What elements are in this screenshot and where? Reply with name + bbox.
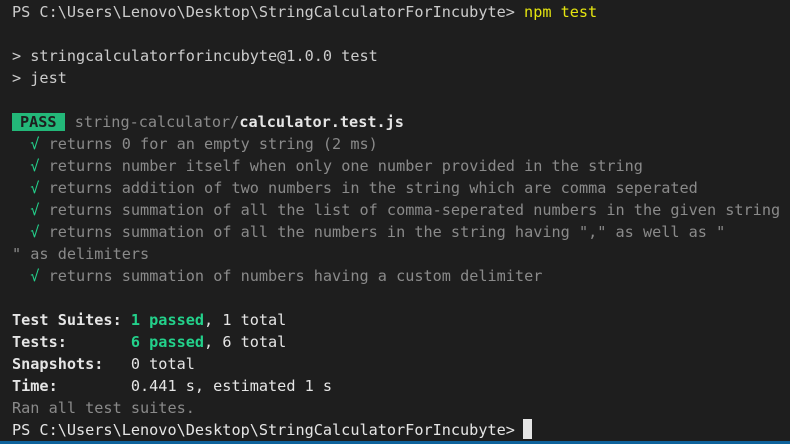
command-text: npm test [524, 3, 598, 21]
prompt-line: PS C:\Users\Lenovo\Desktop\StringCalcula… [12, 1, 790, 23]
check-icon: √ [30, 179, 40, 197]
summary-total: , 6 total [204, 333, 287, 351]
summary-value: 0.441 s, estimated 1 s [130, 377, 333, 395]
summary-value: 0 total [130, 355, 195, 373]
check-icon: √ [30, 201, 40, 219]
summary-tests: Tests: 6 passed, 6 total [12, 331, 790, 353]
test-case: √ returns summation of all the list of c… [12, 199, 790, 221]
check-icon: √ [30, 157, 40, 175]
script-line: > jest [12, 69, 67, 87]
test-result-header: PASS string-calculator/calculator.test.j… [12, 111, 790, 133]
summary-passed: 1 passed [130, 311, 205, 329]
test-case-text: returns summation of numbers having a cu… [48, 267, 543, 285]
summary-label: Snapshots: [12, 355, 131, 373]
summary-label: Test Suites: [12, 311, 131, 329]
prompt-path: PS C:\Users\Lenovo\Desktop\StringCalcula… [12, 3, 525, 21]
summary-suites: Test Suites: 1 passed, 1 total [12, 309, 790, 331]
test-case-text: " as delimiters [12, 245, 150, 263]
test-case-text: returns 0 for an empty string (2 ms) [48, 135, 378, 153]
test-file: calculator.test.js [239, 113, 404, 131]
summary-total: , 1 total [204, 311, 287, 329]
summary-time: Time: 0.441 s, estimated 1 s [12, 375, 790, 397]
terminal-output[interactable]: PS C:\Users\Lenovo\Desktop\StringCalcula… [12, 1, 790, 441]
test-case: √ returns summation of all the numbers i… [12, 221, 790, 243]
prompt-path: PS C:\Users\Lenovo\Desktop\StringCalcula… [12, 421, 515, 439]
test-case-text: returns addition of two numbers in the s… [48, 179, 698, 197]
script-line: > stringcalculatorforincubyte@1.0.0 test [12, 47, 378, 65]
summary-passed: 6 passed [130, 333, 205, 351]
prompt-line: PS C:\Users\Lenovo\Desktop\StringCalcula… [12, 419, 790, 441]
test-dir: string-calculator/ [74, 113, 240, 131]
test-case-text: returns number itself when only one numb… [48, 157, 643, 175]
summary-label: Time: [12, 377, 131, 395]
ran-all-text: Ran all test suites. [12, 399, 195, 417]
check-icon: √ [30, 267, 40, 285]
test-case: √ returns summation of numbers having a … [12, 265, 790, 287]
test-case: √ returns 0 for an empty string (2 ms) [12, 133, 790, 155]
pass-badge: PASS [12, 113, 65, 131]
cursor-icon [522, 419, 532, 439]
summary-snapshots: Snapshots: 0 total [12, 353, 790, 375]
check-icon: √ [30, 223, 40, 241]
test-case-text: returns summation of all the list of com… [48, 201, 781, 219]
test-case-text: returns summation of all the numbers in … [48, 223, 726, 241]
check-icon: √ [30, 135, 40, 153]
test-case: √ returns addition of two numbers in the… [12, 177, 790, 199]
test-case-continuation: " as delimiters [12, 243, 790, 265]
test-case: √ returns number itself when only one nu… [12, 155, 790, 177]
summary-label: Tests: [12, 333, 131, 351]
